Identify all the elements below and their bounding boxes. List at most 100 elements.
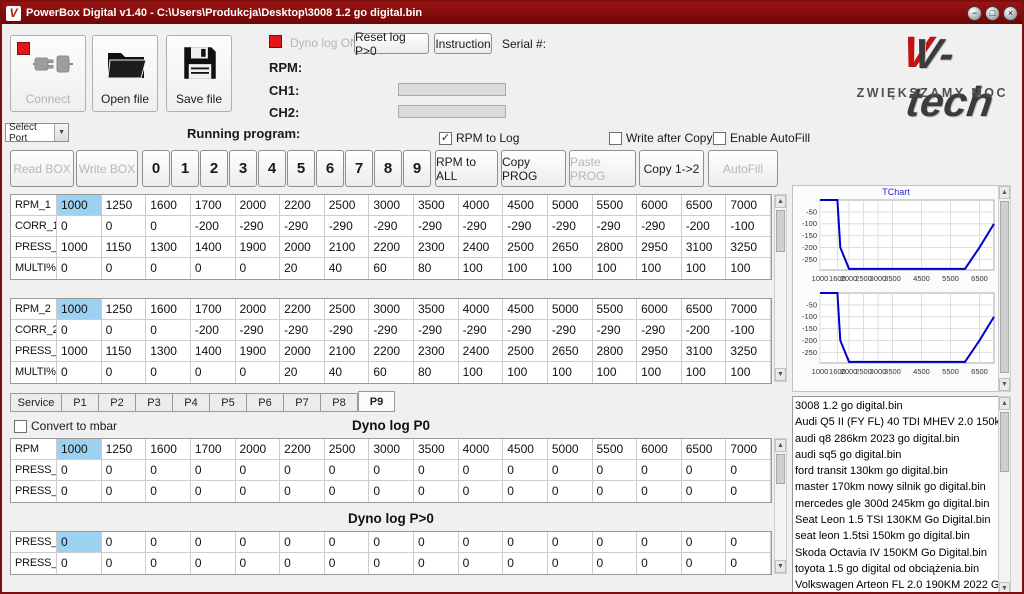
table-cell[interactable]: 0 — [57, 553, 102, 574]
table-cell[interactable]: 0 — [146, 553, 191, 574]
table-cell[interactable]: 1150 — [101, 237, 147, 258]
table-cell[interactable]: 0 — [101, 216, 147, 237]
table-cell[interactable]: 100 — [637, 362, 682, 383]
table-cell[interactable]: 0 — [57, 320, 102, 341]
table-cell[interactable]: 4000 — [458, 439, 504, 460]
table-cell[interactable]: 2200 — [280, 439, 325, 460]
save-file-button[interactable]: Save file — [166, 35, 232, 112]
digit-button-4[interactable]: 4 — [258, 150, 286, 187]
select-port-dropdown[interactable]: Select Port ▼ — [5, 122, 69, 144]
table-cell[interactable]: 1600 — [146, 299, 191, 320]
table-cell[interactable]: 0 — [280, 481, 325, 502]
table-cell[interactable]: 2500 — [324, 299, 370, 320]
table-cell[interactable]: 2000 — [280, 341, 325, 362]
file-list-item[interactable]: ford transit 130km go digital.bin — [795, 463, 1009, 479]
table-cell[interactable]: 100 — [681, 362, 727, 383]
table-cell[interactable]: 0 — [681, 553, 727, 574]
table-cell[interactable]: 5000 — [547, 299, 593, 320]
table-cell[interactable]: 3100 — [681, 341, 727, 362]
checkbox-box[interactable] — [713, 131, 726, 145]
table-cell[interactable]: 0 — [547, 481, 593, 502]
table-cell[interactable]: 0 — [235, 553, 281, 574]
tab-p8[interactable]: P8 — [321, 393, 358, 412]
instruction-button[interactable]: Instruction — [434, 33, 492, 54]
table-cell[interactable]: 40 — [324, 362, 370, 383]
table-cell[interactable]: 0 — [726, 532, 771, 553]
table-cell[interactable]: 100 — [637, 258, 682, 279]
table-cell[interactable]: -290 — [235, 216, 281, 237]
read-box-button[interactable]: Read BOX — [10, 150, 74, 187]
scroll-down-icon[interactable]: ▼ — [999, 378, 1010, 391]
table-cell[interactable]: 0 — [101, 481, 147, 502]
table-cell[interactable]: -100 — [726, 320, 771, 341]
tab-service[interactable]: Service — [10, 393, 62, 412]
table-cell[interactable]: 0 — [190, 481, 236, 502]
table-cell[interactable]: 0 — [726, 460, 771, 481]
table-cell[interactable]: 100 — [681, 258, 727, 279]
tab-p6[interactable]: P6 — [247, 393, 284, 412]
file-list-item[interactable]: Volkswagen Arteon FL 2.0 190KM 2022 Go D… — [795, 577, 1009, 592]
write-box-button[interactable]: Write BOX — [76, 150, 138, 187]
table-cell[interactable]: 3500 — [414, 299, 459, 320]
table-cell[interactable]: 3250 — [726, 237, 771, 258]
table-cell[interactable]: 0 — [369, 460, 414, 481]
table-cell[interactable]: 0 — [369, 532, 414, 553]
table-cell[interactable]: 2650 — [547, 237, 593, 258]
table-cell[interactable]: 6500 — [681, 195, 727, 216]
table-cell[interactable]: 100 — [592, 362, 638, 383]
checkbox-rpm-to-log[interactable]: ✓ RPM to Log — [439, 131, 519, 145]
table-cell[interactable]: 0 — [57, 362, 102, 383]
table-cell[interactable]: 2950 — [637, 237, 682, 258]
table-cell[interactable]: 0 — [190, 460, 236, 481]
table-cell[interactable]: 60 — [369, 258, 414, 279]
tab-p2[interactable]: P2 — [99, 393, 136, 412]
table-cell[interactable]: -290 — [324, 320, 370, 341]
connect-button[interactable]: Connect — [10, 35, 86, 112]
table-cell[interactable]: 2500 — [503, 237, 548, 258]
table-cell[interactable]: 100 — [458, 362, 504, 383]
table-cell[interactable]: 1000 — [57, 341, 102, 362]
checkbox-box[interactable] — [609, 131, 622, 145]
table-cell[interactable]: 0 — [101, 532, 147, 553]
table-cell[interactable]: 2000 — [235, 195, 281, 216]
table-cell[interactable]: 0 — [547, 460, 593, 481]
table-cell[interactable]: 7000 — [726, 439, 771, 460]
file-list-item[interactable]: Audi Q5 II (FY FL) 40 TDI MHEV 2.0 150kW… — [795, 414, 1009, 430]
table-cell[interactable]: 0 — [57, 481, 102, 502]
open-file-button[interactable]: Open file — [92, 35, 158, 112]
table-cell[interactable]: 0 — [414, 460, 459, 481]
table-cell[interactable]: 4500 — [503, 299, 548, 320]
table-cell[interactable]: 1000 — [57, 195, 102, 216]
table-cell[interactable]: 0 — [458, 460, 504, 481]
file-list-item[interactable]: Seat Leon 1.5 TSI 130KM Go Digital.bin — [795, 512, 1009, 528]
table-cell[interactable]: 6000 — [637, 299, 682, 320]
table-cell[interactable]: -200 — [190, 320, 236, 341]
scroll-down-icon[interactable]: ▼ — [775, 560, 786, 573]
table-cell[interactable]: 4000 — [458, 299, 504, 320]
table-cell[interactable]: -200 — [681, 320, 727, 341]
table-cell[interactable]: 60 — [369, 362, 414, 383]
table-cell[interactable]: 0 — [324, 460, 370, 481]
scroll-up-icon[interactable]: ▲ — [775, 439, 786, 452]
table-cell[interactable]: -290 — [637, 216, 682, 237]
table-cell[interactable]: 20 — [280, 258, 325, 279]
table-cell[interactable]: 2400 — [458, 341, 504, 362]
table-cell[interactable]: -290 — [369, 216, 414, 237]
table-cell[interactable]: -200 — [190, 216, 236, 237]
table-cell[interactable]: 2800 — [592, 237, 638, 258]
table-cell[interactable]: 100 — [726, 362, 771, 383]
file-list-item[interactable]: 3008 1.2 go digital.bin — [795, 398, 1009, 414]
table-cell[interactable]: 0 — [101, 553, 147, 574]
reset-log-button[interactable]: Reset log P>0 — [354, 30, 429, 58]
table-cell[interactable]: 0 — [637, 532, 682, 553]
table-cell[interactable]: 1400 — [190, 341, 236, 362]
tab-p5[interactable]: P5 — [210, 393, 247, 412]
digit-button-9[interactable]: 9 — [403, 150, 431, 187]
file-list-item[interactable]: toyota 1.5 go digital od obciążenia.bin — [795, 561, 1009, 577]
table-cell[interactable]: 0 — [101, 362, 147, 383]
table-cell[interactable]: -290 — [414, 320, 459, 341]
table-cell[interactable]: 4500 — [503, 195, 548, 216]
copy-1-to-2-button[interactable]: Copy 1->2 — [639, 150, 704, 187]
table-cell[interactable]: -100 — [726, 216, 771, 237]
table-cell[interactable]: 0 — [57, 532, 102, 553]
